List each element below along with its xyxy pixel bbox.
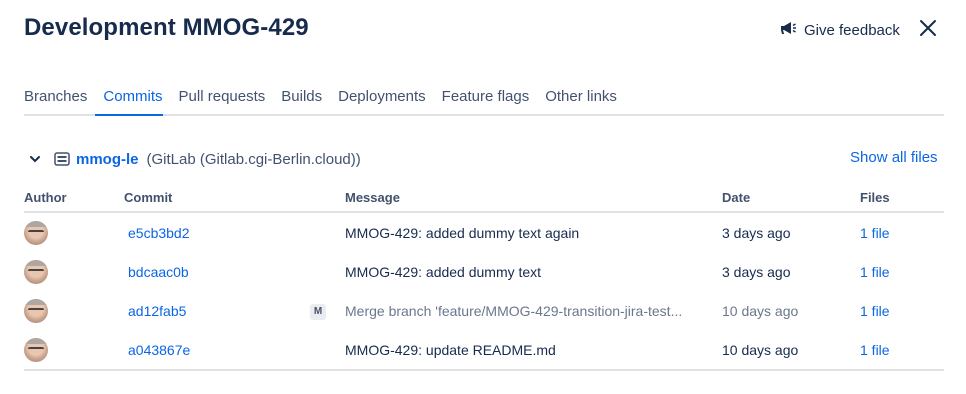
avatar bbox=[24, 337, 48, 362]
column-author: Author bbox=[24, 186, 124, 213]
tab-deployments[interactable]: Deployments bbox=[330, 88, 434, 114]
repository-host: (GitLab (Gitlab.cgi-Berlin.cloud)) bbox=[146, 150, 361, 168]
close-button[interactable] bbox=[916, 18, 940, 42]
files-link[interactable]: 1 file bbox=[860, 264, 890, 280]
repository-header: mmog-le (GitLab (Gitlab.cgi-Berlin.cloud… bbox=[28, 148, 361, 170]
avatar bbox=[24, 298, 48, 323]
commit-hash-link[interactable]: ad12fab5 bbox=[124, 303, 186, 319]
commit-hash-link[interactable]: e5cb3bd2 bbox=[124, 225, 190, 241]
commit-message: MMOG-429: added dummy text bbox=[345, 263, 542, 280]
files-link[interactable]: 1 file bbox=[860, 303, 890, 319]
column-message: Message bbox=[345, 186, 722, 213]
commit-message: MMOG-429: added dummy text again bbox=[345, 224, 580, 241]
tab-bar: Branches Commits Pull requests Builds De… bbox=[24, 88, 944, 116]
page-title: Development MMOG-429 bbox=[24, 14, 309, 41]
table-row: e5cb3bd2 MMOG-429: added dummy text agai… bbox=[24, 212, 944, 252]
table-header-row: Author Commit Message Date Files bbox=[24, 186, 944, 213]
merge-commit-badge: M bbox=[310, 304, 326, 320]
commits-table: Author Commit Message Date Files e5cb3bd… bbox=[24, 186, 944, 371]
commit-hash-link[interactable]: a043867e bbox=[124, 342, 190, 358]
tab-branches[interactable]: Branches bbox=[24, 88, 95, 114]
table-row: a043867e MMOG-429: update README.md 10 d… bbox=[24, 330, 944, 371]
commit-message: Merge branch 'feature/MMOG-429-transitio… bbox=[345, 302, 683, 319]
tab-feature-flags[interactable]: Feature flags bbox=[434, 88, 538, 114]
give-feedback-label: Give feedback bbox=[804, 21, 900, 39]
files-link[interactable]: 1 file bbox=[860, 342, 890, 358]
commit-date: 10 days ago bbox=[722, 330, 860, 371]
repository-icon bbox=[54, 151, 70, 167]
avatar bbox=[24, 259, 48, 284]
chevron-down-icon[interactable] bbox=[28, 151, 44, 167]
repository-name-link[interactable]: mmog-le bbox=[76, 151, 139, 168]
column-commit: Commit bbox=[124, 186, 310, 213]
tab-builds[interactable]: Builds bbox=[273, 88, 330, 114]
files-link[interactable]: 1 file bbox=[860, 225, 890, 241]
tab-commits[interactable]: Commits bbox=[95, 88, 170, 116]
tab-pull-requests[interactable]: Pull requests bbox=[171, 88, 274, 114]
commit-date: 10 days ago bbox=[722, 302, 799, 319]
commit-date: 3 days ago bbox=[722, 224, 791, 241]
close-icon bbox=[919, 19, 937, 42]
table-row: bdcaac0b MMOG-429: added dummy text 3 da… bbox=[24, 252, 944, 291]
column-files: Files bbox=[860, 186, 944, 213]
show-all-files-link[interactable]: Show all files bbox=[850, 149, 938, 166]
table-row: ad12fab5 M Merge branch 'feature/MMOG-42… bbox=[24, 291, 944, 330]
commit-hash-link[interactable]: bdcaac0b bbox=[124, 264, 189, 280]
column-date: Date bbox=[722, 186, 860, 213]
megaphone-icon bbox=[778, 18, 798, 42]
commit-message: MMOG-429: update README.md bbox=[345, 341, 556, 358]
commit-date: 3 days ago bbox=[722, 263, 791, 280]
tab-other-links[interactable]: Other links bbox=[537, 88, 625, 114]
give-feedback-button[interactable]: Give feedback bbox=[778, 18, 900, 42]
avatar bbox=[24, 220, 48, 245]
